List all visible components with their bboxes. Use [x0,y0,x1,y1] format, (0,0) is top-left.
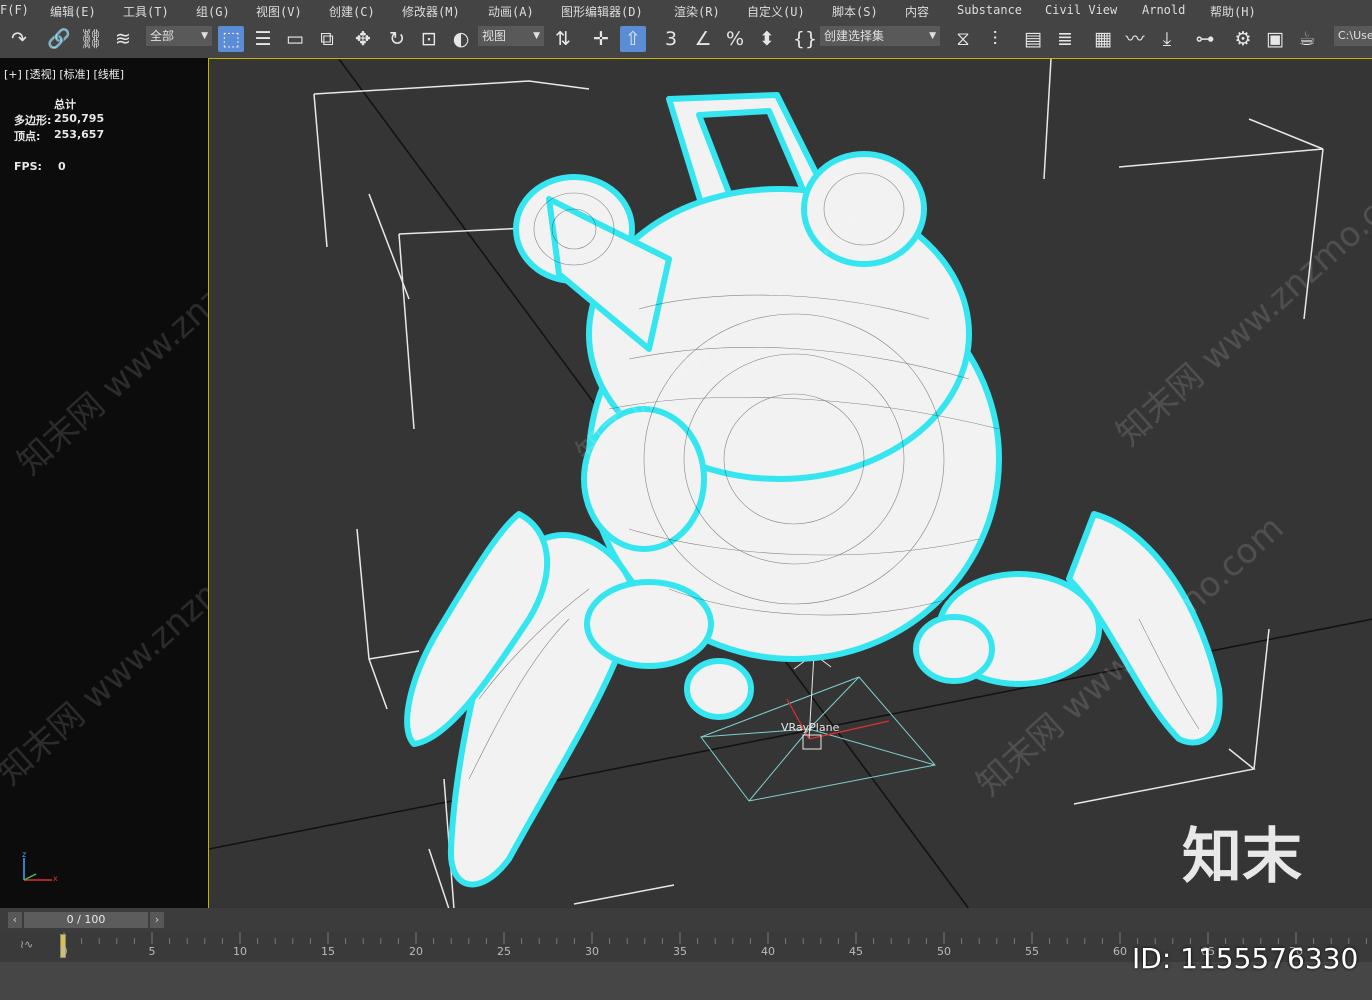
svg-text:z: z [22,850,26,859]
menu-modifiers[interactable]: 修改器(M) [402,3,460,20]
polys-value: 250,795 [54,112,105,125]
fps-label: FPS: [14,160,42,173]
rendered-frame-window-icon[interactable]: ▣ [1262,26,1288,52]
menu-substance[interactable]: Substance [957,3,1022,17]
snaps-toggle-icon[interactable]: 3 [658,26,684,52]
viewport-label[interactable]: [+] [透视] [标准] [线框] [4,66,124,82]
wireframe-scene: VRayPlane [209,59,1372,908]
render-setup-icon[interactable]: ⚙ [1230,26,1256,52]
keyboard-shortcut-override-icon[interactable]: ⇧ [620,26,646,52]
menu-bar: F(F) 编辑(E) 工具(T) 组(G) 视图(V) 创建(C) 修改器(M)… [0,0,1372,20]
named-selection-dropdown[interactable]: 创建选择集 ▼ [820,26,940,46]
bind-space-warp-icon[interactable]: ≋ [110,26,136,52]
project-path-value: C:\Use [1338,29,1372,42]
move-icon[interactable]: ✥ [350,26,376,52]
tick-label: 30 [585,945,599,958]
link-icon[interactable]: 🔗 [46,26,72,52]
menu-arnold[interactable]: Arnold [1142,3,1185,17]
mirror-icon[interactable]: ⧖ [950,26,976,52]
tick-label: 50 [937,945,951,958]
next-frame-button[interactable]: › [150,912,164,928]
placement-icon[interactable]: ◐ [448,26,474,52]
named-selection-value: 创建选择集 [824,29,885,43]
angle-snap-icon[interactable]: ∠ [690,26,716,52]
rotate-icon[interactable]: ↻ [384,26,410,52]
select-by-name-icon[interactable]: ☰ [250,26,276,52]
select-object-icon[interactable]: ⬚ [218,26,244,52]
menu-views[interactable]: 视图(V) [256,3,302,20]
menu-customize[interactable]: 自定义(U) [747,3,805,20]
dope-sheet-icon[interactable]: ⤓ [1154,26,1180,52]
verts-value: 253,657 [54,128,105,141]
align-icon[interactable]: ⫶ [982,26,1008,52]
left-panel: [+] [透视] [标准] [线框] 总计 多边形: 250,795 顶点: 2… [0,58,333,908]
percent-snap-icon[interactable]: % [722,26,748,52]
brand-logo: 知末 [1182,822,1302,892]
menu-help[interactable]: 帮助(H) [1210,3,1256,20]
tick-label: 25 [497,945,511,958]
tick-label: 55 [1025,945,1039,958]
menu-group[interactable]: 组(G) [196,3,230,20]
menu-file[interactable]: F(F) [0,3,29,17]
menu-edit[interactable]: 编辑(E) [50,3,96,20]
stats-header: 总计 [54,98,76,111]
project-path-field[interactable]: C:\Use [1334,26,1372,46]
tick-label: 60 [1113,945,1127,958]
tick-label: 20 [409,945,423,958]
redo-icon[interactable]: ↷ [6,26,32,52]
schematic-view-icon[interactable]: ⊶ [1192,26,1218,52]
menu-animation[interactable]: 动画(A) [488,3,534,20]
menu-content[interactable]: 内容 [905,3,929,20]
menu-scripting[interactable]: 脚本(S) [832,3,878,20]
pivot-point-icon[interactable]: ⇅ [550,26,576,52]
frame-counter[interactable]: 0 / 100 [24,912,148,928]
prev-frame-button[interactable]: ‹ [8,912,22,928]
reference-coord-dropdown[interactable]: 视图 ▼ [478,26,544,46]
menu-tools[interactable]: 工具(T) [123,3,169,20]
curve-editor-mini-icon[interactable]: ≀∿ [20,938,33,951]
polys-label: 多边形: [14,114,52,127]
spinner-snap-icon[interactable]: ⬍ [754,26,780,52]
layer-explorer-icon[interactable]: ≣ [1052,26,1078,52]
time-slider: ‹ 0 / 100 › [0,908,1372,932]
rectangular-selection-icon[interactable]: ▭ [282,26,308,52]
scale-icon[interactable]: ⊡ [416,26,442,52]
image-id-label: ID: 1155576330 [1132,942,1359,975]
tick-label: 0 [60,945,68,958]
reference-coord-value: 视图 [482,29,507,43]
axis-tripod-icon: z x [22,850,58,883]
tick-label: 40 [761,945,775,958]
main-toolbar: ↷ 🔗 ⛓ ≋ 全部 ▼ ⬚ ☰ ▭ ⧉ ✥ ↻ ⊡ ◐ 视图 ▼ ⇅ ✛ ⇧ … [0,20,1372,59]
menu-graph-editors[interactable]: 图形编辑器(D) [561,3,643,20]
perspective-viewport[interactable]: VRayPlane 知末网 www.znzmo.com 知末网 www.znzm… [208,58,1372,908]
render-production-icon[interactable]: ☕ [1294,26,1320,52]
svg-text:x: x [53,874,58,883]
menu-create[interactable]: 创建(C) [329,3,375,20]
vrayplane-label: VRayPlane [781,721,840,734]
tick-label: 35 [673,945,687,958]
fps-value: 0 [58,160,66,173]
chevron-down-icon: ▼ [201,31,208,41]
scene-explorer-icon[interactable]: ▤ [1020,26,1046,52]
tick-label: 10 [233,945,247,958]
chevron-down-icon: ▼ [533,31,540,41]
unlink-icon[interactable]: ⛓ [78,26,104,52]
window-crossing-icon[interactable]: ⧉ [314,26,340,52]
edit-named-selection-icon[interactable]: {} [792,26,818,52]
menu-civil-view[interactable]: Civil View [1045,3,1117,17]
chevron-down-icon: ▼ [929,31,936,41]
curve-editor-icon[interactable]: 〰 [1122,26,1148,52]
tick-label: 45 [849,945,863,958]
selection-filter-value: 全部 [150,29,175,43]
tick-label: 5 [148,945,156,958]
selection-filter-dropdown[interactable]: 全部 ▼ [146,26,212,46]
select-manipulate-icon[interactable]: ✛ [588,26,614,52]
verts-label: 顶点: [14,130,41,143]
tick-label: 15 [321,945,335,958]
ribbon-icon[interactable]: ▦ [1090,26,1116,52]
menu-rendering[interactable]: 渲染(R) [674,3,720,20]
